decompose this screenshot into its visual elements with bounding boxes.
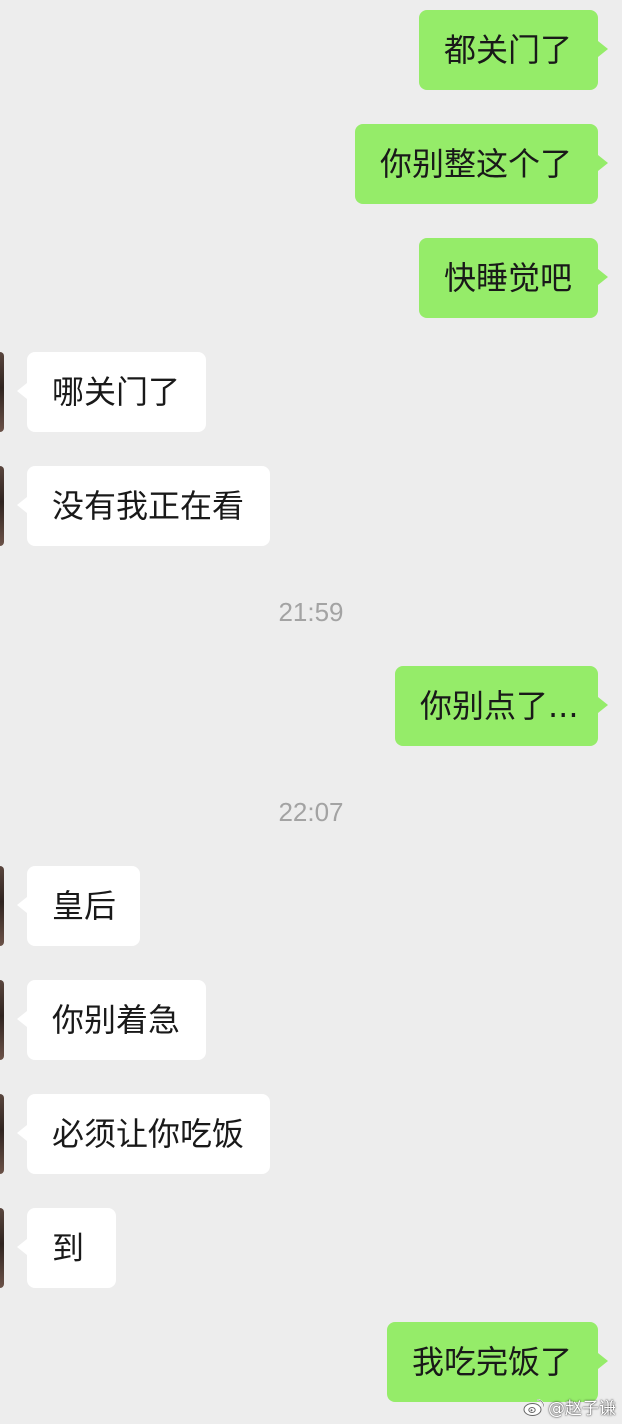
message-timestamp: 22:07 [278, 797, 344, 827]
incoming-message-bubble[interactable]: 你别着急 [17, 980, 206, 1060]
incoming-message-bubble[interactable]: 到 [17, 1208, 116, 1288]
message-text: 你别整这个了 [380, 145, 573, 183]
outgoing-message-bubble[interactable]: 你别点了... [395, 666, 608, 746]
contact-avatar[interactable] [0, 866, 4, 946]
message-text: 没有我正在看 [52, 487, 245, 525]
outgoing-message-bubble[interactable]: 我吃完饭了 [387, 1322, 608, 1402]
message-text: 必须让你吃饭 [52, 1115, 245, 1153]
contact-avatar[interactable] [0, 466, 4, 546]
message-text: 哪关门了 [52, 373, 181, 411]
incoming-message-bubble[interactable]: 必须让你吃饭 [17, 1094, 270, 1174]
outgoing-message-bubble[interactable]: 你别整这个了 [355, 124, 608, 204]
message-text: 都关门了 [444, 31, 573, 69]
outgoing-message-bubble[interactable]: 都关门了 [419, 10, 608, 90]
message-text: 快睡觉吧 [444, 259, 573, 297]
message-text: 你别点了... [420, 687, 579, 725]
contact-avatar[interactable] [0, 352, 4, 432]
weibo-logo-icon [523, 1398, 545, 1416]
incoming-message-bubble[interactable]: 皇后 [17, 866, 140, 946]
message-timestamp: 21:59 [278, 597, 344, 627]
message-text: 你别着急 [52, 1001, 181, 1039]
weibo-watermark: @赵子谦 [523, 1394, 616, 1419]
message-text: 皇后 [52, 887, 117, 925]
contact-avatar[interactable] [0, 980, 4, 1060]
watermark-text: @赵子谦 [548, 1399, 616, 1419]
incoming-message-bubble[interactable]: 没有我正在看 [17, 466, 270, 546]
message-text: 我吃完饭了 [412, 1343, 573, 1381]
contact-avatar[interactable] [0, 1094, 4, 1174]
incoming-message-bubble[interactable]: 哪关门了 [17, 352, 206, 432]
contact-avatar[interactable] [0, 1208, 4, 1288]
chat-screen: 都关门了 你别整这个了 快睡觉吧 哪关门了 没有我正在看 21:59 你别点了.… [0, 0, 622, 1424]
outgoing-message-bubble[interactable]: 快睡觉吧 [419, 238, 608, 318]
message-text: 到 [52, 1229, 85, 1267]
